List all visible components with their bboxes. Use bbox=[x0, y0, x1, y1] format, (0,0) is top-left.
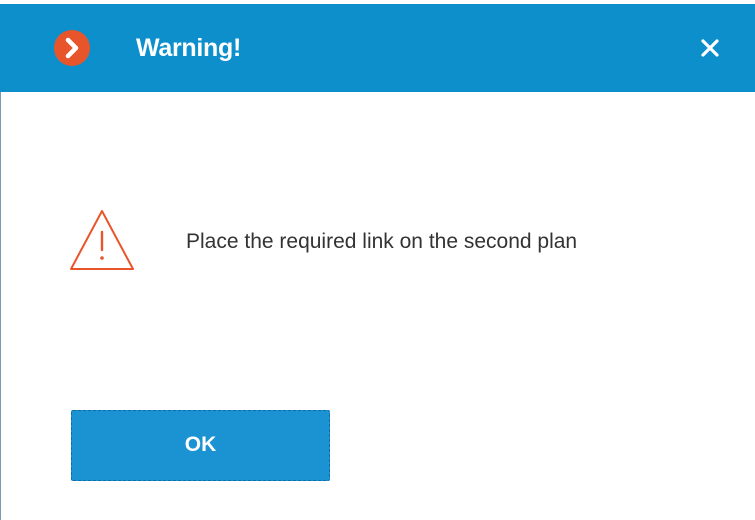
warning-triangle-icon bbox=[68, 208, 136, 272]
app-logo-icon bbox=[54, 30, 90, 66]
dialog-border bbox=[0, 92, 1, 520]
ok-button[interactable]: OK bbox=[71, 410, 330, 481]
title-bar: Warning! bbox=[0, 4, 755, 92]
dialog-title: Warning! bbox=[136, 34, 241, 62]
close-icon[interactable] bbox=[696, 34, 724, 62]
warning-message: Place the required link on the second pl… bbox=[186, 230, 578, 253]
warning-dialog: Warning! Place the required link on the … bbox=[0, 0, 755, 520]
